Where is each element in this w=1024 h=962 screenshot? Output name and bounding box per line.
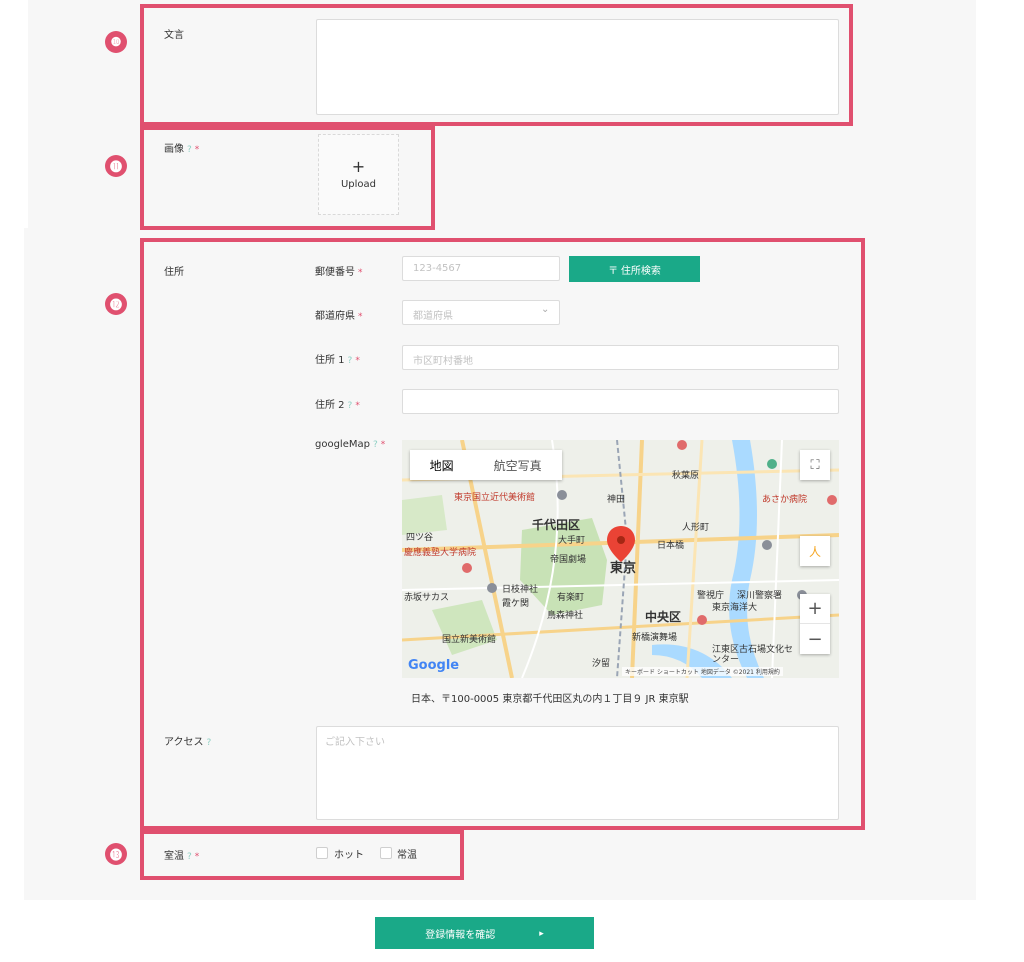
hot-checkbox[interactable]	[316, 847, 328, 859]
required-mark: *	[355, 401, 360, 411]
map-attribution[interactable]: キーボード ショートカット 地図データ ©2021 利用規約	[622, 667, 783, 676]
address1-label: 住所 1? *	[315, 351, 360, 366]
arrow-right-icon: ▸	[539, 927, 544, 938]
zoom-out-button[interactable]: −	[800, 624, 830, 654]
map-area-label: 霞ケ関	[502, 599, 530, 609]
satellite-tab[interactable]: 航空写真	[473, 450, 562, 480]
postal-code-input[interactable]: 123-4567	[402, 256, 560, 281]
map-area-label: 東京海洋大	[712, 603, 758, 613]
postal-code-placeholder: 123-4567	[413, 263, 462, 274]
confirm-registration-label: 登録情報を確認	[425, 929, 496, 941]
prefecture-label: 都道府県 *	[315, 307, 363, 322]
message-label: 文言	[164, 30, 184, 41]
map-area-label: 日枝神社	[502, 585, 539, 595]
address1-placeholder: 市区町村番地	[413, 356, 473, 367]
access-label: アクセス?	[164, 733, 211, 748]
map-area-label: 大手町	[558, 536, 586, 546]
step-badge-10: ❿	[105, 31, 127, 53]
image-upload-button[interactable]: + Upload	[318, 134, 399, 215]
map-area-label: あさか病院	[762, 495, 808, 505]
google-map[interactable]: 地図 航空写真 ⛶ 人 + − 千代田区 東京 中央区 大手町 帝国劇場 日本橋…	[402, 440, 839, 678]
address-section-label: 住所	[164, 267, 184, 278]
required-mark: *	[358, 268, 363, 278]
map-area-label: 秋葉原	[672, 471, 700, 481]
map-area-label: 赤坂サカス	[404, 593, 450, 603]
access-label-text: アクセス	[164, 737, 204, 748]
map-tab[interactable]: 地図	[410, 450, 473, 480]
postal-label: 郵便番号 *	[315, 263, 363, 278]
required-mark: *	[194, 145, 200, 155]
confirm-registration-button[interactable]: 登録情報を確認 ▸	[375, 917, 594, 949]
required-mark: *	[380, 440, 386, 450]
map-area-label: 鳥森神社	[547, 611, 584, 621]
step-badge-13: ⓭	[105, 843, 127, 865]
zoom-in-button[interactable]: +	[800, 594, 830, 624]
help-icon[interactable]: ?	[348, 356, 353, 366]
required-mark: *	[194, 852, 200, 862]
hot-checkbox-label[interactable]: ホット	[334, 846, 364, 861]
temperature-label-text: 室温	[164, 851, 184, 862]
room-temp-checkbox-label[interactable]: 常温	[397, 846, 417, 861]
map-area-label: 帝国劇場	[550, 555, 587, 565]
google-logo: Google	[408, 658, 460, 673]
help-icon[interactable]: ?	[207, 738, 212, 748]
map-area-label: 千代田区	[532, 518, 581, 532]
zoom-controls: + −	[800, 594, 830, 654]
map-area-label: 国立新美術館	[442, 635, 497, 645]
map-area-label: 神田	[607, 495, 626, 505]
required-mark: *	[355, 356, 360, 366]
map-area-label: 四ツ谷	[406, 533, 434, 543]
map-area-label: 日本橋	[657, 541, 685, 551]
prefecture-placeholder: 都道府県	[413, 311, 453, 322]
map-address-text: 日本、〒100-0005 東京都千代田区丸の内１丁目９ JR 東京駅	[411, 694, 689, 705]
step-badge-11: ⓫	[105, 155, 127, 177]
map-area-label: 東京	[610, 561, 637, 576]
address2-input[interactable]	[402, 389, 839, 414]
postal-label-text: 郵便番号	[315, 267, 355, 278]
help-icon[interactable]: ?	[373, 440, 378, 450]
access-placeholder: ご記入下さい	[325, 737, 385, 748]
fullscreen-button[interactable]: ⛶	[800, 450, 830, 480]
map-area-label: 新橋演舞場	[632, 633, 678, 643]
map-area-label: 慶應義塾大学病院	[404, 548, 477, 558]
map-type-tabs: 地図 航空写真	[410, 450, 562, 480]
address-search-button[interactable]: 〒 住所検索	[569, 256, 700, 282]
address2-label-text: 住所 2	[315, 400, 345, 411]
image-label-text: 画像	[164, 144, 184, 155]
pegman-icon[interactable]: 人	[800, 536, 830, 566]
map-area-label: 汐留	[592, 659, 611, 669]
map-area-label: 人形町	[682, 523, 710, 533]
help-icon[interactable]: ?	[187, 852, 192, 862]
googlemap-label: googleMap? *	[315, 439, 385, 450]
plus-icon: +	[351, 157, 366, 176]
map-area-label: 東京国立近代美術館	[454, 493, 536, 503]
address2-label: 住所 2? *	[315, 396, 360, 411]
room-temp-checkbox[interactable]	[380, 847, 392, 859]
help-icon[interactable]: ?	[187, 145, 192, 155]
image-label: 画像? *	[164, 140, 199, 155]
prefecture-label-text: 都道府県	[315, 311, 355, 322]
map-area-label: 有楽町	[557, 593, 585, 603]
chevron-down-icon: ⌄	[541, 304, 550, 315]
googlemap-label-text: googleMap	[315, 439, 370, 450]
help-icon[interactable]: ?	[348, 401, 353, 411]
access-textarea[interactable]: ご記入下さい	[316, 726, 839, 820]
step-badge-12: ⓬	[105, 293, 127, 315]
upload-label: Upload	[340, 179, 377, 190]
temperature-label: 室温? *	[164, 847, 199, 862]
address1-input[interactable]: 市区町村番地	[402, 345, 839, 370]
required-mark: *	[358, 312, 363, 322]
prefecture-select[interactable]: 都道府県 ⌄	[402, 300, 560, 325]
map-area-label: 江東区古石場文化センター	[712, 645, 794, 665]
address1-label-text: 住所 1	[315, 355, 345, 366]
message-textarea[interactable]	[316, 19, 839, 115]
map-area-label: 中央区	[645, 610, 682, 624]
